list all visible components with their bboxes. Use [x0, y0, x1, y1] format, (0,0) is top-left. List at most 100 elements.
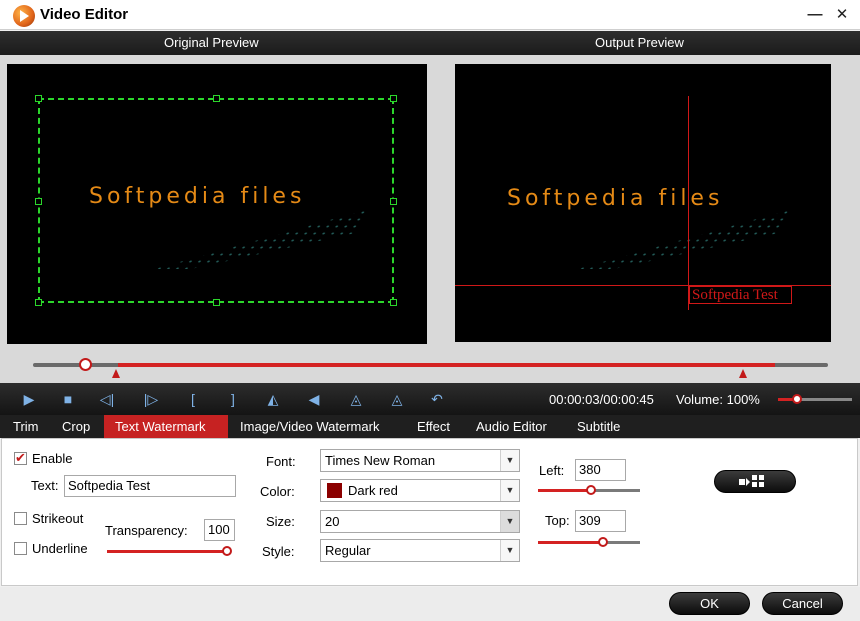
app-logo-icon: [13, 5, 35, 27]
font-label: Font:: [266, 454, 296, 469]
chevron-down-icon[interactable]: ▼: [500, 540, 519, 561]
style-select-value: Regular: [325, 543, 371, 558]
tab-image-video-watermark[interactable]: Image/Video Watermark: [236, 415, 383, 438]
crop-handle-left[interactable]: [35, 198, 42, 205]
watermark-text-field[interactable]: Softpedia Test: [64, 475, 236, 497]
preview-area: Softpedia files Softpedia files Softpedi…: [0, 55, 860, 353]
rotate-left-button[interactable]: ◬: [346, 389, 366, 409]
tab-trim[interactable]: Trim: [9, 415, 43, 438]
volume-slider[interactable]: [778, 394, 852, 404]
watermark-guide-vertical: [688, 96, 689, 310]
left-label: Left:: [539, 463, 565, 478]
underline-checkbox[interactable]: [14, 542, 27, 555]
set-end-button[interactable]: ]: [223, 389, 243, 409]
output-preview-label: Output Preview: [595, 35, 684, 50]
left-position-fill: [538, 489, 591, 492]
stop-button[interactable]: ■: [58, 389, 78, 409]
crop-frame[interactable]: [35, 95, 397, 306]
chevron-down-icon[interactable]: ▼: [500, 450, 519, 471]
tab-crop[interactable]: Crop: [58, 415, 94, 438]
transparency-slider[interactable]: [107, 546, 232, 556]
undo-button[interactable]: ↶: [427, 389, 447, 409]
next-frame-button[interactable]: |▷: [141, 389, 161, 409]
rotate-right-button[interactable]: ◬: [387, 389, 407, 409]
size-select[interactable]: 20 ▼: [320, 510, 520, 533]
chevron-down-icon[interactable]: ▼: [500, 480, 519, 501]
crop-handle-bottom-left[interactable]: [35, 299, 42, 306]
left-position-field[interactable]: 380: [575, 459, 626, 481]
volume-label: Volume: 100%: [676, 392, 760, 407]
playback-controls: ▶ ■ ◁| |▷ [ ] ◭ ◀ ◬ ◬ ↶ 00:00:03/00:00:4…: [0, 383, 860, 415]
output-preview-screen: Softpedia files Softpedia Test: [455, 64, 831, 342]
top-position-slider[interactable]: [538, 537, 640, 547]
color-label: Color:: [260, 484, 295, 499]
left-position-knob[interactable]: [586, 485, 596, 495]
strikeout-checkbox[interactable]: [14, 512, 27, 525]
volume-knob[interactable]: [791, 394, 802, 404]
apply-to-all-button[interactable]: [714, 470, 796, 493]
close-button[interactable]: ✕: [832, 5, 852, 25]
style-select[interactable]: Regular ▼: [320, 539, 520, 562]
top-label: Top:: [545, 513, 570, 528]
underline-label: Underline: [32, 541, 88, 556]
timeline-selection: [118, 363, 775, 367]
volume-text: Volume:: [676, 392, 723, 407]
flip-vertical-button[interactable]: ◀: [304, 389, 324, 409]
chevron-down-icon[interactable]: ▼: [500, 511, 519, 532]
crop-handle-bottom-right[interactable]: [390, 299, 397, 306]
text-label: Text:: [31, 478, 59, 493]
transparency-field[interactable]: 100: [204, 519, 235, 541]
apply-to-all-icon: [739, 475, 764, 487]
dialog-footer: OK Cancel: [0, 587, 860, 621]
original-preview-label: Original Preview: [164, 35, 259, 50]
timeline-track[interactable]: [33, 363, 828, 367]
video-particles: [578, 209, 793, 269]
minimize-button[interactable]: —: [805, 5, 825, 25]
transparency-knob[interactable]: [222, 546, 232, 556]
tab-subtitle[interactable]: Subtitle: [573, 415, 624, 438]
ok-button[interactable]: OK: [669, 592, 750, 615]
enable-label: Enable: [32, 451, 73, 466]
trim-start-marker[interactable]: [112, 369, 120, 378]
cancel-button[interactable]: Cancel: [762, 592, 843, 615]
editor-tabs: Trim Crop Text Watermark Image/Video Wat…: [0, 415, 860, 438]
left-position-slider[interactable]: [538, 485, 640, 495]
transparency-label: Transparency:: [105, 523, 188, 538]
volume-value: 100%: [726, 392, 760, 407]
original-preview-screen: Softpedia files: [7, 64, 427, 344]
window-title: Video Editor: [40, 6, 129, 23]
tab-audio-editor[interactable]: Audio Editor: [472, 415, 551, 438]
crop-handle-top-left[interactable]: [35, 95, 42, 102]
crop-handle-top-right[interactable]: [390, 95, 397, 102]
font-select-value: Times New Roman: [325, 453, 436, 468]
crop-handle-right[interactable]: [390, 198, 397, 205]
color-swatch: [327, 483, 342, 498]
tab-text-watermark[interactable]: Text Watermark: [104, 415, 228, 438]
size-label: Size:: [266, 514, 295, 529]
top-position-field[interactable]: 309: [575, 510, 626, 532]
time-display: 00:00:03/00:00:45: [549, 392, 654, 407]
preview-header: Original Preview Output Preview: [0, 31, 860, 55]
color-select[interactable]: Dark red ▼: [320, 479, 520, 502]
size-select-value: 20: [325, 514, 340, 529]
top-position-knob[interactable]: [598, 537, 608, 547]
prev-frame-button[interactable]: ◁|: [97, 389, 117, 409]
tab-effect[interactable]: Effect: [413, 415, 454, 438]
crop-handle-top[interactable]: [213, 95, 220, 102]
watermark-preview-text[interactable]: Softpedia Test: [689, 286, 792, 304]
set-start-button[interactable]: [: [183, 389, 203, 409]
style-label: Style:: [262, 544, 295, 559]
strikeout-label: Strikeout: [32, 511, 84, 526]
text-watermark-panel: Enable Text: Softpedia Test Strikeout Un…: [1, 438, 858, 586]
crop-handle-bottom[interactable]: [213, 299, 220, 306]
playhead-knob[interactable]: [79, 358, 93, 371]
play-button[interactable]: ▶: [19, 389, 39, 409]
title-bar: Video Editor — ✕: [0, 0, 860, 30]
font-select[interactable]: Times New Roman ▼: [320, 449, 520, 472]
output-video-text: Softpedia files: [507, 186, 724, 211]
flip-horizontal-button[interactable]: ◭: [263, 389, 283, 409]
transparency-fill: [107, 550, 225, 553]
color-select-value: Dark red: [348, 483, 398, 498]
enable-checkbox[interactable]: [14, 450, 27, 466]
trim-end-marker[interactable]: [739, 369, 747, 378]
